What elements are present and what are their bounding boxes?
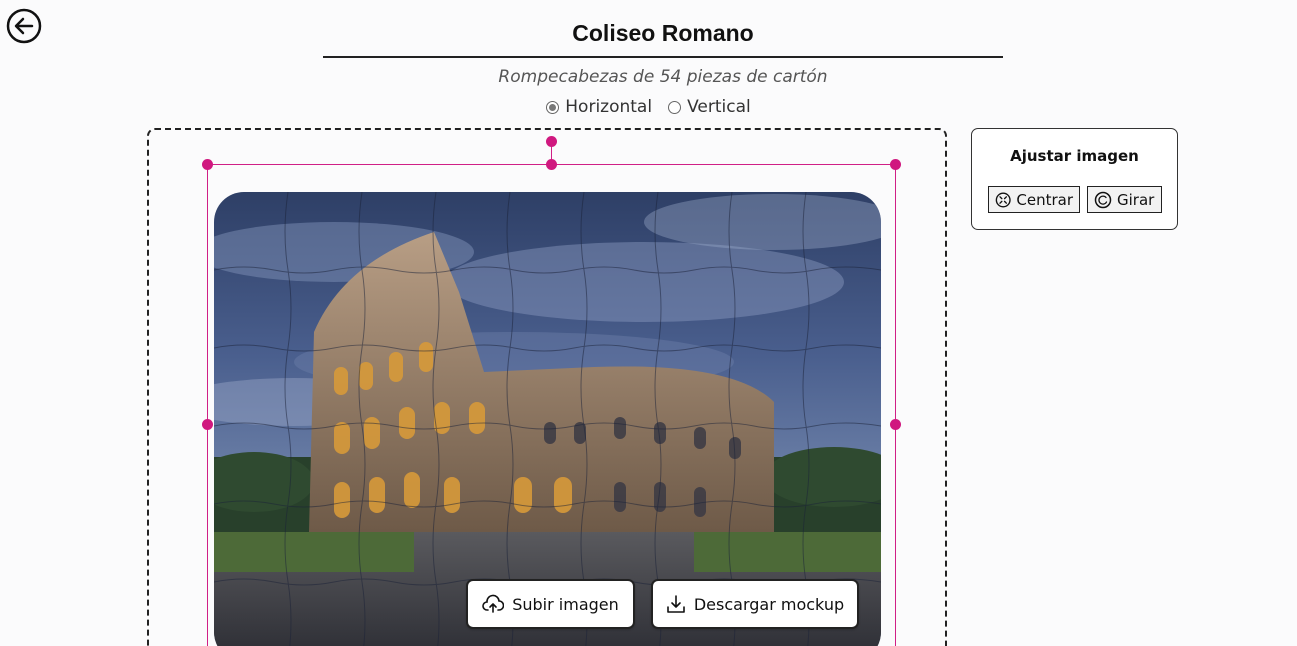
resize-handle-top-right[interactable] — [890, 159, 901, 170]
resize-handle-left[interactable] — [202, 419, 213, 430]
upload-image-label: Subir imagen — [512, 594, 619, 614]
page-subtitle: Rompecabezas de 54 piezas de cartón — [498, 67, 828, 87]
download-icon — [667, 595, 685, 613]
arrow-left-circle-icon — [6, 8, 42, 44]
orientation-horizontal-label: Horizontal — [565, 97, 653, 117]
center-button[interactable]: Centrar — [988, 186, 1080, 213]
page-title: Coliseo Romano — [572, 20, 754, 46]
orientation-vertical[interactable]: Vertical — [668, 97, 751, 117]
radio-vertical[interactable] — [668, 100, 682, 114]
rotate-label: Girar — [1117, 190, 1155, 209]
resize-handle-right[interactable] — [890, 419, 901, 430]
cloud-upload-icon — [482, 594, 505, 613]
adjust-image-title: Ajustar imagen — [1010, 147, 1139, 165]
selection-box — [207, 164, 896, 646]
resize-handle-top-left[interactable] — [202, 159, 213, 170]
adjust-image-panel: Ajustar imagen Centrar Girar — [971, 128, 1178, 230]
radio-horizontal[interactable] — [546, 100, 560, 114]
rotate-icon — [1094, 191, 1112, 208]
upload-image-button[interactable]: Subir imagen — [466, 579, 635, 629]
rotate-button[interactable]: Girar — [1087, 186, 1162, 213]
center-icon — [995, 191, 1011, 208]
download-mockup-label: Descargar mockup — [693, 594, 845, 614]
resize-handle-top[interactable] — [546, 159, 557, 170]
orientation-selector: Horizontal Vertical — [0, 97, 1297, 117]
orientation-vertical-label: Vertical — [687, 97, 751, 117]
back-button[interactable] — [6, 8, 42, 44]
title-divider — [323, 56, 1003, 58]
orientation-horizontal[interactable]: Horizontal — [546, 97, 652, 117]
download-mockup-button[interactable]: Descargar mockup — [651, 579, 859, 629]
center-label: Centrar — [1016, 190, 1073, 209]
rotate-handle[interactable] — [546, 136, 557, 147]
